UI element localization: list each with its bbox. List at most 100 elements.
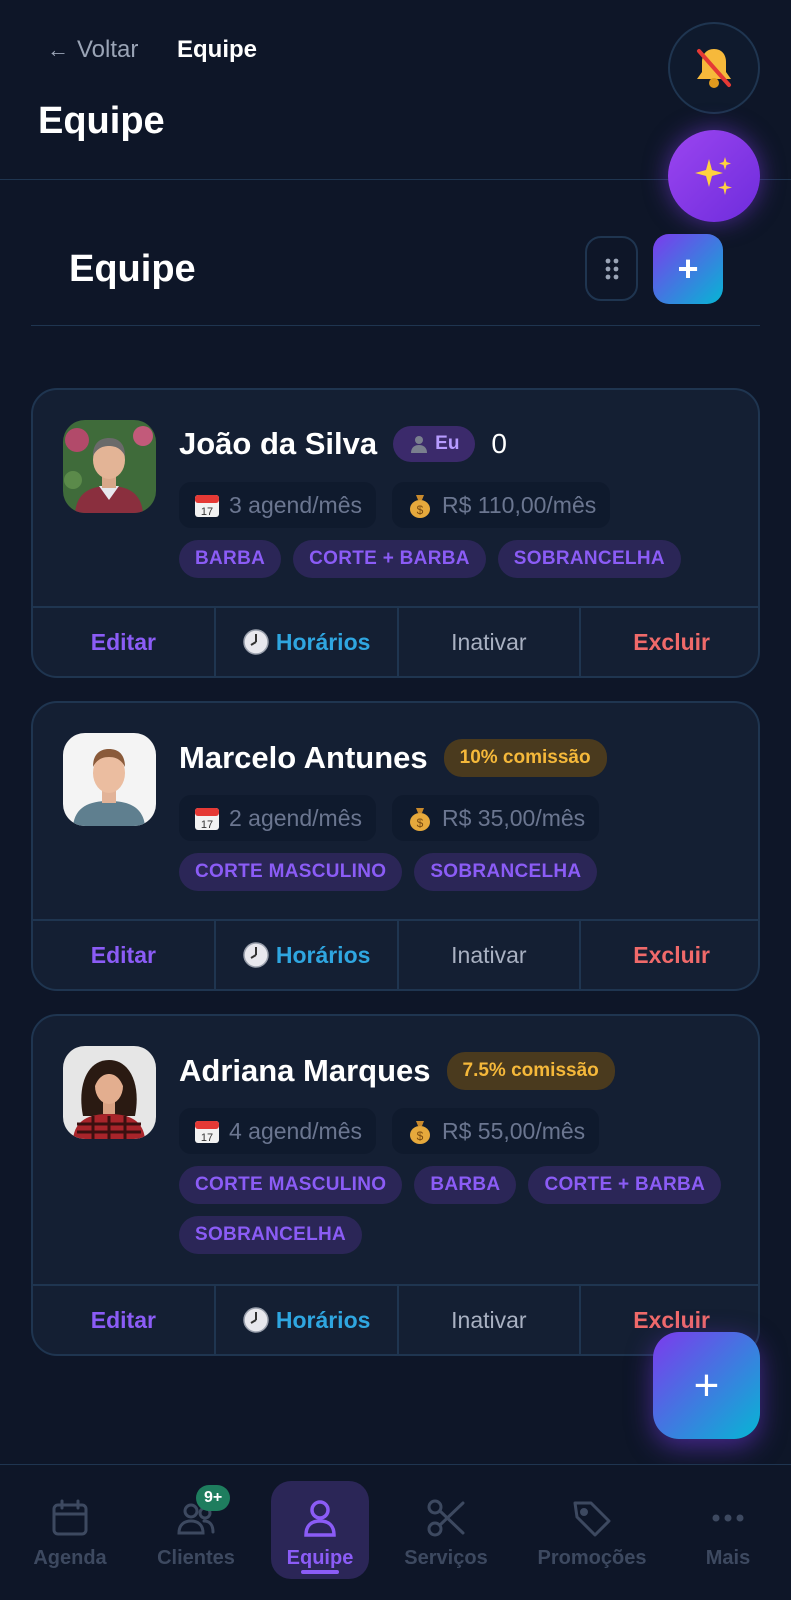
drag-handle-icon [605, 258, 618, 279]
appointments-stat: 17 4 agend/mês [179, 1108, 376, 1154]
self-badge-label: Eu [435, 433, 460, 454]
reorder-button[interactable] [585, 236, 638, 301]
revenue-stat: $ R$ 110,00/mês [391, 482, 611, 528]
money-bag-icon: $ [409, 495, 430, 518]
top-header: ← Voltar Equipe Equipe [0, 0, 791, 180]
svg-text:17: 17 [201, 506, 213, 518]
nav-item-servicos[interactable]: Serviços [396, 1465, 496, 1600]
member-name-row: Marcelo Antunes 10% comissão [179, 739, 607, 777]
delete-button[interactable]: Excluir [581, 608, 758, 676]
appointments-value: 2 agend/mês [229, 804, 362, 831]
self-badge: Eu [393, 426, 476, 462]
svg-text:17: 17 [201, 1132, 213, 1144]
section-title: Equipe [69, 248, 196, 290]
service-tag: CORTE + BARBA [528, 1166, 722, 1204]
nav-label: Clientes [157, 1546, 235, 1569]
service-tag: BARBA [179, 540, 282, 578]
sparkles-icon [695, 157, 732, 195]
member-stats: 17 4 agend/mês $ R$ 55,00/mês [179, 1108, 600, 1154]
ai-assistant-button[interactable] [668, 130, 760, 222]
edit-button[interactable]: Editar [33, 921, 216, 989]
service-tags: CORTE MASCULINO BARBA CORTE + BARBA SOBR… [179, 1166, 739, 1254]
member-name-row: João da Silva Eu 0 [179, 426, 507, 462]
hours-label: Horários [275, 941, 371, 968]
service-tag: BARBA [414, 1166, 517, 1204]
hours-button[interactable]: Horários [216, 608, 399, 676]
nav-item-equipe[interactable]: Equipe [271, 1465, 369, 1600]
revenue-value: R$ 110,00/mês [441, 491, 597, 518]
hours-button[interactable]: Horários [216, 921, 399, 989]
clock-icon [243, 1307, 269, 1333]
money-bag-icon: $ [409, 808, 430, 831]
member-card: Adriana Marques 7.5% comissão 17 4 agend… [31, 1014, 760, 1356]
revenue-stat: $ R$ 35,00/mês [391, 795, 600, 841]
svg-text:$: $ [417, 816, 424, 830]
member-stats: 17 3 agend/mês $ R$ 110,00/mês [179, 482, 611, 528]
member-stats: 17 2 agend/mês $ R$ 35,00/mês [179, 795, 600, 841]
appointments-stat: 17 3 agend/mês [179, 482, 376, 528]
user-icon [304, 1499, 336, 1537]
revenue-value: R$ 35,00/mês [441, 804, 586, 831]
edit-button[interactable]: Editar [33, 608, 216, 676]
nav-item-agenda[interactable]: Agenda [22, 1465, 118, 1600]
tag-icon [573, 1501, 611, 1536]
page-title: Equipe [38, 100, 165, 142]
hours-label: Horários [275, 628, 371, 655]
nav-label: Equipe [286, 1546, 354, 1569]
notifications-button[interactable] [668, 22, 760, 114]
bell-muted-icon [697, 49, 731, 88]
nav-label: Agenda [33, 1546, 107, 1569]
deactivate-button[interactable]: Inativar [399, 608, 582, 676]
svg-text:17: 17 [201, 819, 213, 831]
svg-text:$: $ [417, 503, 424, 517]
revenue-value: R$ 55,00/mês [441, 1117, 586, 1144]
service-tag: CORTE + BARBA [293, 540, 486, 578]
commission-badge: 7.5% comissão [446, 1052, 615, 1090]
nav-label: Promoções [537, 1546, 647, 1569]
back-link[interactable]: ← Voltar [47, 36, 138, 64]
hours-label: Horários [275, 1306, 371, 1333]
service-tag: CORTE MASCULINO [179, 1166, 403, 1204]
clock-icon [243, 942, 269, 968]
service-tag: SOBRANCELHA [179, 1216, 363, 1254]
member-card: João da Silva Eu 0 17 3 agend/mês $ R$ 1… [31, 388, 760, 678]
member-name: João da Silva [179, 426, 378, 461]
member-actions: Editar Horários Inativar Excluir [33, 606, 758, 676]
hours-button[interactable]: Horários [216, 1286, 399, 1354]
breadcrumb-current: Equipe [177, 36, 258, 63]
nav-item-clientes[interactable]: Clientes [146, 1465, 246, 1600]
service-tag: CORTE MASCULINO [179, 853, 403, 891]
bottom-nav: Agenda Clientes 9+ Equipe Serviços Promo… [0, 1464, 791, 1600]
appointments-stat: 17 2 agend/mês [179, 795, 376, 841]
revenue-stat: $ R$ 55,00/mês [391, 1108, 600, 1154]
add-member-button[interactable]: + [653, 234, 723, 304]
member-name: Adriana Marques [179, 1053, 431, 1088]
service-tag: SOBRANCELHA [497, 540, 681, 578]
back-label: Voltar [77, 36, 139, 63]
deactivate-button[interactable]: Inativar [399, 1286, 582, 1354]
nav-label: Serviços [404, 1546, 488, 1569]
member-extra-value: 0 [491, 428, 507, 459]
appointments-value: 4 agend/mês [229, 1117, 362, 1144]
deactivate-button[interactable]: Inativar [399, 921, 582, 989]
clock-icon [243, 629, 269, 655]
more-icon [712, 1514, 744, 1521]
member-card: Marcelo Antunes 10% comissão 17 2 agend/… [31, 701, 760, 991]
clients-count-badge: 9+ [196, 1485, 231, 1511]
avatar [63, 420, 156, 513]
member-actions: Editar Horários Inativar Excluir [33, 919, 758, 989]
nav-item-promocoes[interactable]: Promoções [530, 1465, 654, 1600]
edit-button[interactable]: Editar [33, 1286, 216, 1354]
floating-add-button[interactable]: + [653, 1332, 760, 1439]
money-bag-icon: $ [409, 1121, 430, 1144]
avatar [63, 1046, 156, 1139]
service-tags: CORTE MASCULINO SOBRANCELHA [179, 853, 739, 891]
delete-button[interactable]: Excluir [581, 921, 758, 989]
nav-item-mais[interactable]: Mais [680, 1465, 776, 1600]
calendar-emoji-icon: 17 [195, 1121, 219, 1144]
avatar [63, 733, 156, 826]
member-name: Marcelo Antunes [179, 740, 428, 775]
team-section-header: Equipe + [31, 226, 760, 326]
nav-label: Mais [705, 1546, 751, 1569]
appointments-value: 3 agend/mês [229, 491, 362, 518]
